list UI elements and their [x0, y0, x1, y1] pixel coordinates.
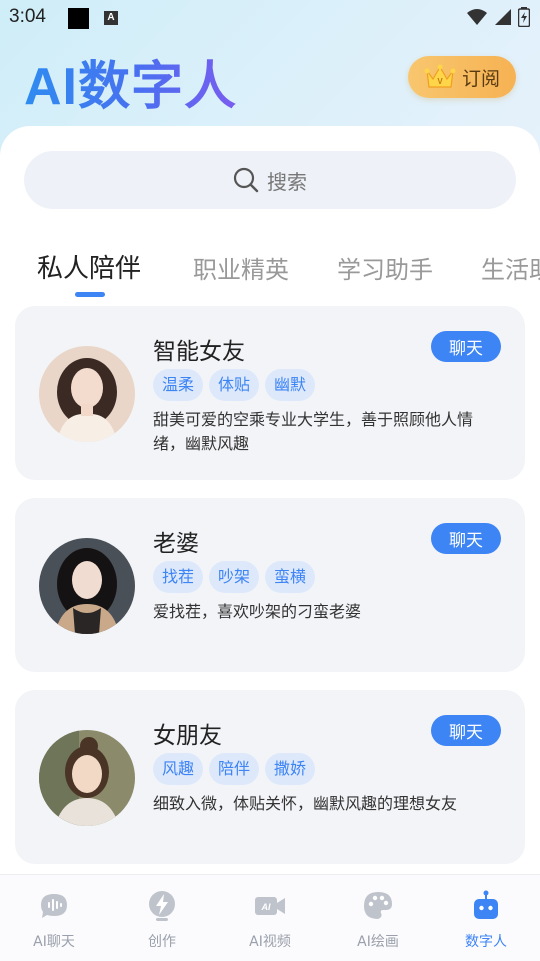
nav-label: AI聊天 [33, 934, 75, 950]
svg-text:AI: AI [261, 902, 271, 912]
avatar [39, 346, 135, 442]
card-name: 老婆 [153, 531, 199, 557]
avatar [39, 730, 135, 826]
avatar [39, 538, 135, 634]
nav-label: AI绘画 [357, 934, 399, 950]
tab-study[interactable]: 学习助手 [337, 250, 433, 285]
robot-icon [474, 890, 498, 919]
tag-list: 风趣 陪伴 撒娇 [153, 753, 316, 785]
nav-create[interactable]: 创作 [112, 889, 212, 951]
nav-digital-human[interactable]: 数字人 [436, 889, 536, 951]
bottom-nav: AI聊天 创作 AI AI视频 AI绘画 数字人 [0, 874, 540, 961]
character-card[interactable]: 老婆 聊天 找茬 吵架 蛮横 爱找茬，喜欢吵架的刁蛮老婆 [15, 498, 525, 672]
category-tabs: 私人陪伴 职业精英 学习助手 生活助 [0, 238, 540, 298]
app-title: AI数字人 [24, 44, 237, 119]
nav-label: AI视频 [249, 934, 291, 950]
tag: 找茬 [153, 561, 204, 593]
subscribe-button[interactable]: V 订阅 [408, 56, 516, 98]
subscribe-label: 订阅 [461, 67, 500, 90]
svg-text:V: V [437, 77, 443, 86]
tag: 蛮横 [265, 561, 316, 593]
card-description: 细致入微，体贴关怀，幽默风趣的理想女友 [153, 794, 458, 813]
tag: 体贴 [209, 369, 260, 401]
tag: 吵架 [209, 561, 260, 593]
chat-button[interactable]: 聊天 [431, 523, 501, 554]
nav-ai-paint[interactable]: AI绘画 [328, 889, 428, 951]
nav-label: 数字人 [465, 934, 507, 950]
battery-icon [518, 7, 530, 27]
tab-active-indicator [75, 292, 105, 297]
card-name: 女朋友 [153, 723, 222, 749]
tag: 风趣 [153, 753, 204, 785]
status-time: 3:04 [9, 6, 46, 27]
nav-ai-video[interactable]: AI AI视频 [220, 889, 320, 951]
main-panel: 搜索 私人陪伴 职业精英 学习助手 生活助 智能女友 聊天 温柔 体贴 幽默 甜… [0, 126, 540, 874]
character-card[interactable]: 女朋友 聊天 风趣 陪伴 撒娇 细致入微，体贴关怀，幽默风趣的理想女友 [15, 690, 525, 864]
tag: 温柔 [153, 369, 204, 401]
tag: 陪伴 [209, 753, 260, 785]
nav-ai-chat[interactable]: AI聊天 [4, 889, 104, 951]
crown-icon: V [424, 64, 456, 88]
app-notification-icon: A [104, 11, 118, 25]
status-icons [466, 7, 530, 27]
card-description: 爱找茬，喜欢吵架的刁蛮老婆 [153, 602, 362, 621]
tab-life[interactable]: 生活助 [481, 250, 540, 285]
tag: 幽默 [265, 369, 316, 401]
search-placeholder: 搜索 [267, 169, 307, 194]
tag-list: 温柔 体贴 幽默 [153, 369, 316, 401]
lightning-icon [149, 891, 175, 921]
notification-square-icon [68, 8, 89, 29]
video-icon: AI [255, 897, 285, 915]
card-description: 甜美可爱的空乘专业大学生，善于照顾他人情绪，幽默风趣 [153, 410, 474, 453]
chat-button[interactable]: 聊天 [431, 715, 501, 746]
signal-icon [495, 9, 511, 25]
chat-button[interactable]: 聊天 [431, 331, 501, 362]
character-card[interactable]: 智能女友 聊天 温柔 体贴 幽默 甜美可爱的空乘专业大学生，善于照顾他人情绪，幽… [15, 306, 525, 480]
tab-companion[interactable]: 私人陪伴 [37, 248, 141, 285]
tag: 撒娇 [265, 753, 316, 785]
palette-icon [364, 892, 392, 919]
card-name: 智能女友 [153, 339, 245, 365]
search-icon [233, 167, 259, 193]
wifi-icon [467, 9, 487, 25]
tab-professional[interactable]: 职业精英 [193, 250, 289, 285]
tag-list: 找茬 吵架 蛮横 [153, 561, 316, 593]
nav-label: 创作 [148, 934, 176, 950]
chat-icon [41, 894, 67, 918]
search-input[interactable]: 搜索 [24, 151, 516, 209]
status-bar: 3:04 A [0, 0, 540, 36]
